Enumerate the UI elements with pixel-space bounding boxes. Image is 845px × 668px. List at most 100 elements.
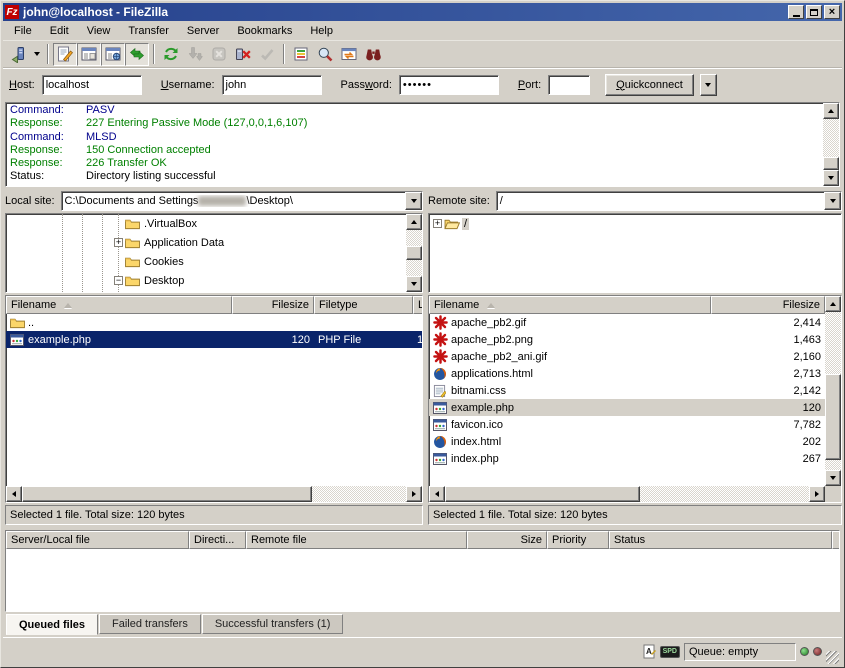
expand-icon[interactable]: + bbox=[433, 219, 442, 228]
chevron-down-icon bbox=[34, 52, 40, 59]
local-site-combobox[interactable]: C:\Documents and Settings\Desktop\ bbox=[61, 191, 423, 211]
column-header-blank[interactable] bbox=[832, 531, 840, 549]
scroll-left-button[interactable] bbox=[429, 486, 445, 502]
scrollbar-thumb[interactable] bbox=[823, 157, 839, 170]
sync-browsing-button[interactable] bbox=[337, 43, 361, 66]
remote-horizontal-scrollbar[interactable] bbox=[429, 486, 841, 502]
column-header-filesize[interactable]: Filesize bbox=[711, 296, 825, 314]
process-queue-button[interactable] bbox=[183, 43, 207, 66]
host-input[interactable]: localhost bbox=[42, 75, 142, 95]
column-header-filename[interactable]: Filename bbox=[429, 296, 711, 314]
toolbar-separator bbox=[47, 44, 49, 64]
maximize-button[interactable] bbox=[806, 5, 822, 19]
quickconnect-button[interactable]: Quickconnect bbox=[605, 74, 694, 96]
scroll-right-button[interactable] bbox=[809, 486, 825, 502]
disconnect-button[interactable] bbox=[231, 43, 255, 66]
column-header-filename[interactable]: Filename bbox=[6, 296, 232, 314]
file-row[interactable]: example.php120PHP File1 bbox=[6, 331, 422, 348]
sort-ascending-icon bbox=[64, 299, 72, 308]
title-bar[interactable]: Fz john@localhost - FileZilla × bbox=[3, 3, 842, 21]
menu-bookmarks[interactable]: Bookmarks bbox=[228, 23, 301, 39]
local-site-dropdown-button[interactable] bbox=[405, 192, 422, 210]
log-vertical-scrollbar[interactable] bbox=[823, 103, 839, 186]
menu-help[interactable]: Help bbox=[301, 23, 342, 39]
site-manager-button[interactable] bbox=[6, 43, 30, 66]
tree-item--virtualbox[interactable]: .VirtualBox bbox=[6, 214, 406, 233]
column-header-filetype[interactable]: Filetype bbox=[314, 296, 413, 314]
scroll-up-button[interactable] bbox=[823, 103, 839, 119]
resize-grip[interactable] bbox=[826, 651, 839, 664]
toggle-log-button[interactable] bbox=[53, 43, 77, 66]
column-header-l[interactable]: L bbox=[413, 296, 422, 314]
refresh-button[interactable] bbox=[159, 43, 183, 66]
file-row[interactable]: apache_pb2_ani.gif2,160 bbox=[429, 348, 825, 365]
scrollbar-thumb[interactable] bbox=[445, 486, 640, 502]
file-row[interactable]: favicon.ico7,782 bbox=[429, 416, 825, 433]
file-row[interactable]: index.php267 bbox=[429, 450, 825, 467]
scrollbar-thumb[interactable] bbox=[22, 486, 312, 502]
toggle-queue-button[interactable] bbox=[125, 43, 149, 66]
transfer-queue: Server/Local fileDirecti...Remote fileSi… bbox=[5, 530, 840, 612]
remote-site-combobox[interactable]: / bbox=[496, 191, 842, 211]
column-header-directi-[interactable]: Directi... bbox=[189, 531, 246, 549]
compare-button[interactable] bbox=[313, 43, 337, 66]
file-row[interactable]: example.php120 bbox=[429, 399, 825, 416]
remote-vertical-scrollbar[interactable] bbox=[825, 296, 841, 486]
tree-item-application-data[interactable]: +Application Data bbox=[6, 233, 406, 252]
site-manager-button-dropdown[interactable] bbox=[30, 43, 43, 66]
cancel-transfer-button[interactable] bbox=[207, 43, 231, 66]
column-header-server-local-file[interactable]: Server/Local file bbox=[6, 531, 189, 549]
collapse-icon[interactable]: − bbox=[114, 276, 123, 285]
password-input[interactable]: •••••• bbox=[399, 75, 499, 95]
search-button[interactable] bbox=[361, 43, 385, 66]
scroll-right-button[interactable] bbox=[406, 486, 422, 502]
column-header-filesize[interactable]: Filesize bbox=[232, 296, 314, 314]
scroll-left-button[interactable] bbox=[6, 486, 22, 502]
filter-button[interactable] bbox=[289, 43, 313, 66]
scroll-up-button[interactable] bbox=[406, 214, 422, 230]
tree-item-cookies[interactable]: Cookies bbox=[6, 252, 406, 271]
scroll-down-button[interactable] bbox=[825, 470, 841, 486]
tab-successful-transfers-1-[interactable]: Successful transfers (1) bbox=[202, 614, 344, 634]
filezilla-logo-icon: Fz bbox=[5, 5, 19, 19]
remote-site-dropdown-button[interactable] bbox=[824, 192, 841, 210]
speed-limit-icon[interactable]: SPD bbox=[660, 646, 680, 658]
tree-item-desktop[interactable]: −Desktop bbox=[6, 271, 406, 290]
file-row[interactable]: applications.html2,713 bbox=[429, 365, 825, 382]
scroll-down-button[interactable] bbox=[406, 276, 422, 292]
scrollbar-thumb[interactable] bbox=[406, 246, 422, 260]
file-row[interactable]: apache_pb2.png1,463 bbox=[429, 331, 825, 348]
local-tree-scrollbar[interactable] bbox=[406, 214, 422, 292]
tab-failed-transfers[interactable]: Failed transfers bbox=[99, 614, 201, 634]
file-row[interactable]: apache_pb2.gif2,414 bbox=[429, 314, 825, 331]
file-row[interactable]: bitnami.css2,142 bbox=[429, 382, 825, 399]
tree-item--[interactable]: +/ bbox=[429, 214, 841, 233]
column-header-status[interactable]: Status bbox=[609, 531, 832, 549]
remote-tree-icon bbox=[105, 46, 121, 62]
menu-file[interactable]: File bbox=[5, 23, 41, 39]
file-row[interactable]: .. bbox=[6, 314, 422, 331]
expand-icon[interactable]: + bbox=[114, 238, 123, 247]
column-header-remote-file[interactable]: Remote file bbox=[246, 531, 467, 549]
local-horizontal-scrollbar[interactable] bbox=[6, 486, 422, 502]
quickconnect-dropdown-button[interactable] bbox=[700, 74, 717, 96]
tab-queued-files[interactable]: Queued files bbox=[6, 614, 98, 635]
port-input[interactable] bbox=[548, 75, 590, 95]
abort-button[interactable] bbox=[255, 43, 279, 66]
menu-transfer[interactable]: Transfer bbox=[119, 23, 178, 39]
minimize-button[interactable] bbox=[788, 5, 804, 19]
scroll-down-button[interactable] bbox=[823, 170, 839, 186]
menu-view[interactable]: View bbox=[78, 23, 120, 39]
transfer-type-icon[interactable]: A bbox=[643, 644, 656, 659]
toggle-local-tree-button[interactable] bbox=[77, 43, 101, 66]
scroll-up-button[interactable] bbox=[825, 296, 841, 312]
menu-server[interactable]: Server bbox=[178, 23, 228, 39]
close-button[interactable]: × bbox=[824, 5, 840, 19]
column-header-size[interactable]: Size bbox=[467, 531, 547, 549]
scrollbar-thumb[interactable] bbox=[825, 374, 841, 460]
file-row[interactable]: index.html202 bbox=[429, 433, 825, 450]
menu-edit[interactable]: Edit bbox=[41, 23, 78, 39]
username-input[interactable]: john bbox=[222, 75, 322, 95]
toggle-remote-tree-button[interactable] bbox=[101, 43, 125, 66]
column-header-priority[interactable]: Priority bbox=[547, 531, 609, 549]
